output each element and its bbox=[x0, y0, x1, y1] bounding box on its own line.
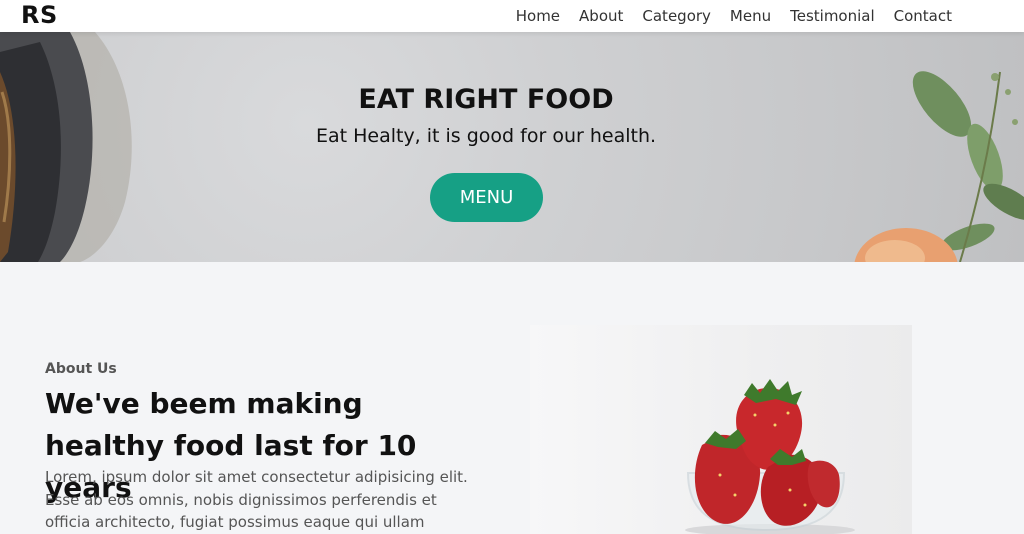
hero-subtitle: Eat Healty, it is good for our health. bbox=[315, 125, 657, 147]
nav-link-category[interactable]: Category bbox=[642, 7, 711, 25]
about-section: About Us We've beem making healthy food … bbox=[0, 262, 1024, 534]
nav-links: Home About Category Menu Testimonial Con… bbox=[516, 0, 952, 32]
dish-image bbox=[0, 32, 132, 262]
navbar: RS Home About Category Menu Testimonial … bbox=[0, 0, 1024, 32]
nav-link-contact[interactable]: Contact bbox=[894, 7, 952, 25]
nav-link-menu[interactable]: Menu bbox=[730, 7, 771, 25]
about-label: About Us bbox=[45, 361, 117, 377]
hero-title: EAT RIGHT FOOD bbox=[358, 84, 614, 115]
strawberries-image bbox=[530, 325, 912, 534]
nav-link-about[interactable]: About bbox=[579, 7, 623, 25]
nav-link-home[interactable]: Home bbox=[516, 7, 560, 25]
hero-background-image bbox=[0, 32, 1024, 262]
hero-section: EAT RIGHT FOOD Eat Healty, it is good fo… bbox=[0, 32, 1024, 262]
about-text: Lorem, ipsum dolor sit amet consectetur … bbox=[45, 468, 468, 531]
strawberries-in-glass-bowl-image bbox=[685, 379, 855, 534]
logo[interactable]: RS bbox=[21, 0, 58, 32]
nav-link-testimonial[interactable]: Testimonial bbox=[790, 7, 875, 25]
menu-button[interactable]: MENU bbox=[430, 173, 543, 222]
